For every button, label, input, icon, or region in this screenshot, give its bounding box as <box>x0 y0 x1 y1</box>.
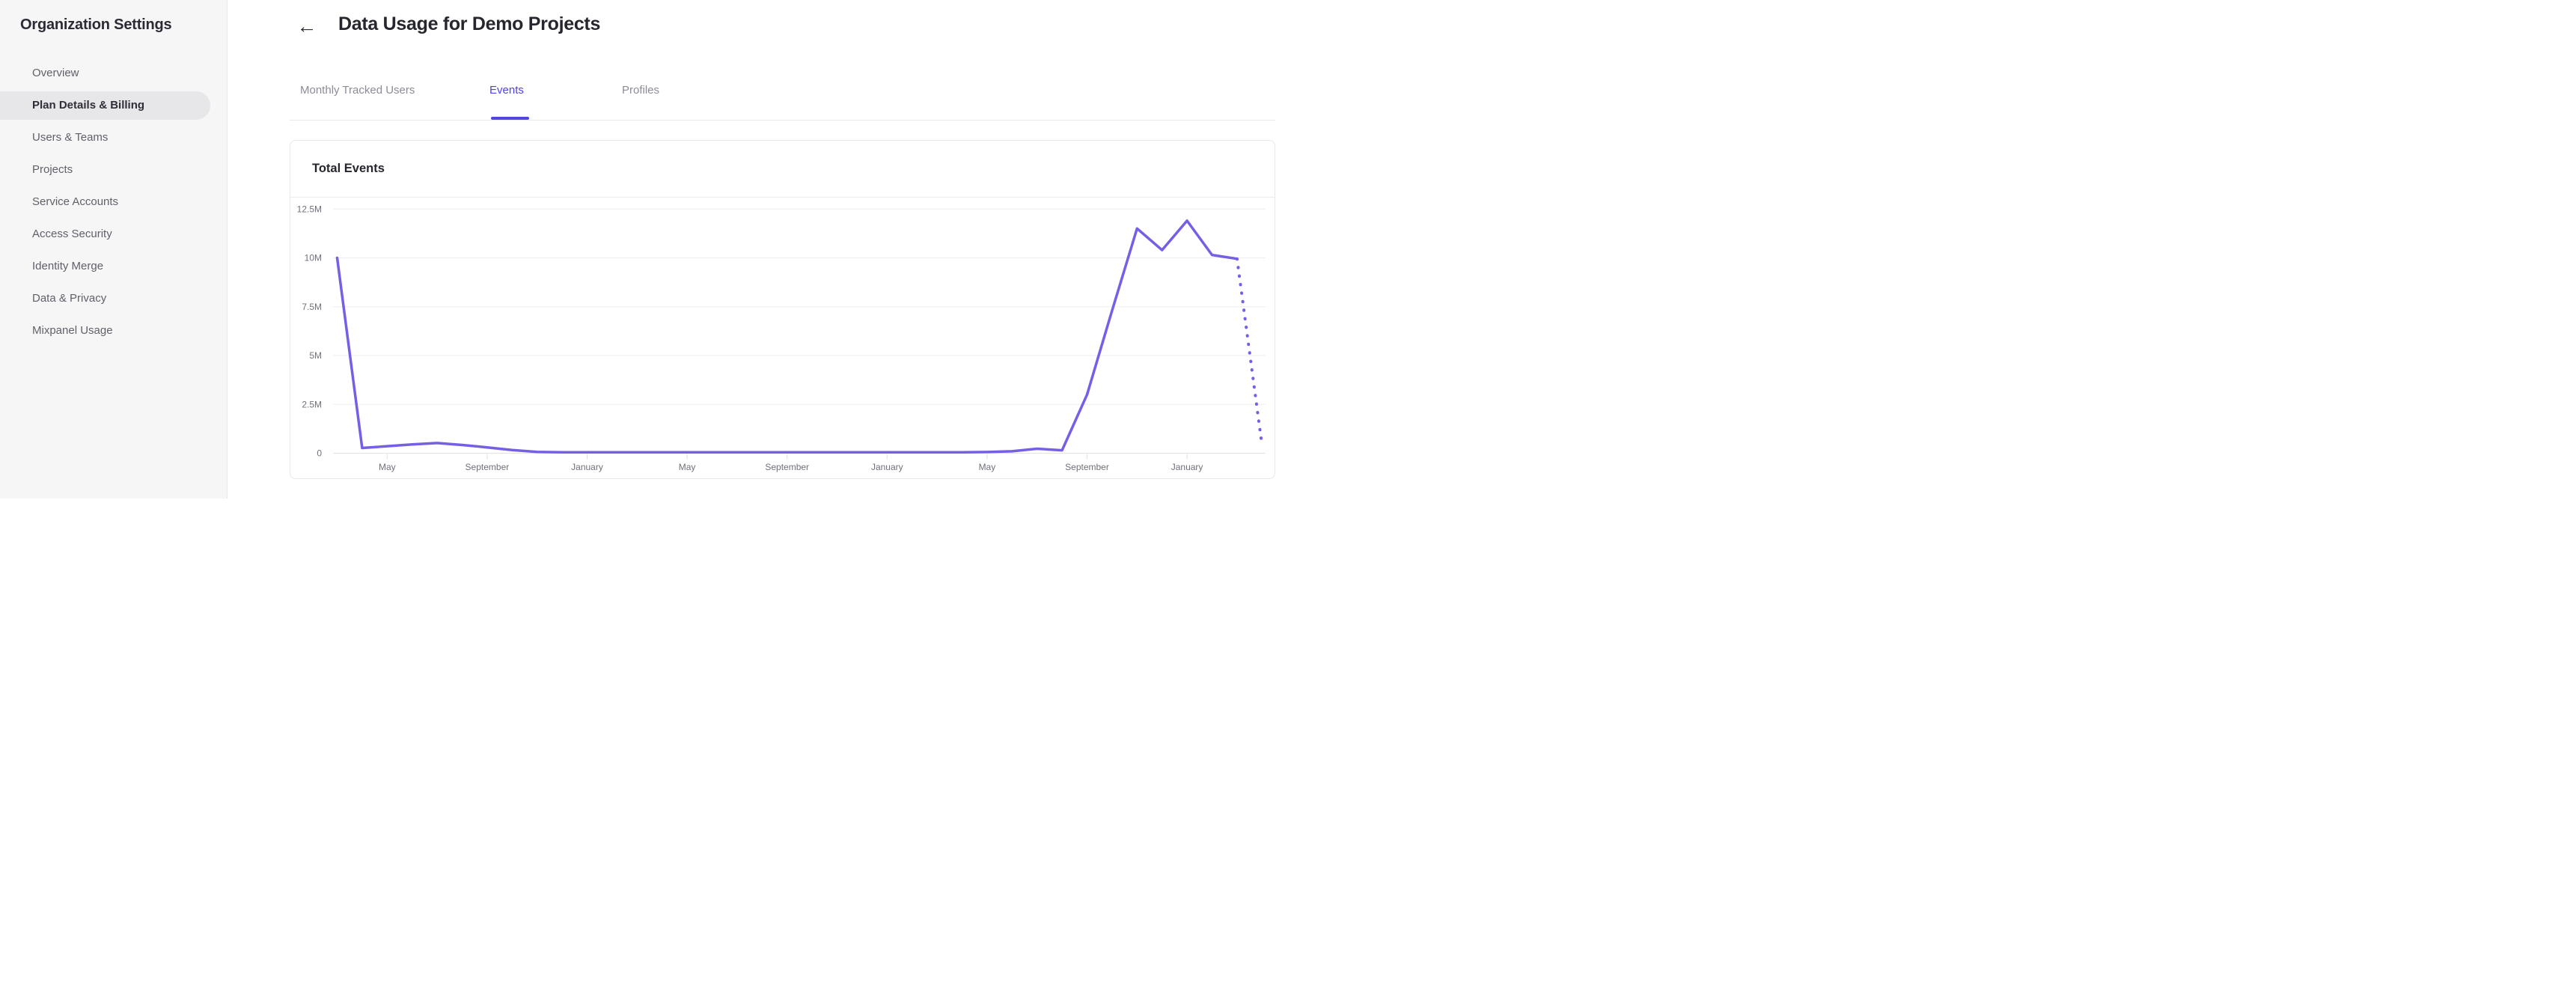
y-axis-label: 12.5M <box>297 204 322 214</box>
back-button[interactable]: ← <box>293 13 320 40</box>
events-line-projected <box>1235 257 1264 448</box>
y-axis-label: 0 <box>317 448 322 459</box>
page-title: Data Usage for Demo Projects <box>338 13 601 34</box>
total-events-card: Total Events 0 2.5M 5M 7.5M 10M 12.5M May Septe… <box>290 140 1275 479</box>
sidebar-item-overview[interactable]: Overview <box>0 57 227 89</box>
x-axis-label: September <box>466 462 510 472</box>
sidebar-item-plan-details-billing[interactable]: Plan Details & Billing <box>0 91 210 120</box>
tab-profiles[interactable]: Profiles <box>622 84 659 97</box>
x-axis-label: May <box>379 462 396 472</box>
sidebar-item-data-privacy[interactable]: Data & Privacy <box>0 282 227 314</box>
sidebar-item-service-accounts[interactable]: Service Accounts <box>0 186 227 218</box>
tab-events[interactable]: Events <box>489 84 524 97</box>
y-axis-label: 10M <box>305 253 322 263</box>
sidebar-item-mixpanel-usage[interactable]: Mixpanel Usage <box>0 314 227 347</box>
tab-monthly-tracked-users[interactable]: Monthly Tracked Users <box>300 84 415 97</box>
x-axis-label: January <box>871 462 903 472</box>
x-axis-label: May <box>679 462 696 472</box>
sidebar-item-projects[interactable]: Projects <box>0 153 227 186</box>
total-events-line-chart: 0 2.5M 5M 7.5M 10M 12.5M May September January Ma… <box>297 204 1266 472</box>
y-axis-label: 7.5M <box>302 302 322 312</box>
back-arrow-icon: ← <box>296 15 317 37</box>
tabs-divider <box>290 120 1275 121</box>
x-axis-label: September <box>1065 462 1109 472</box>
sidebar: Organization Settings Overview Plan Deta… <box>0 0 228 498</box>
sidebar-title: Organization Settings <box>20 16 172 33</box>
x-axis-label: January <box>571 462 603 472</box>
events-line <box>335 219 1239 454</box>
sidebar-item-identity-merge[interactable]: Identity Merge <box>0 250 227 282</box>
sidebar-item-users-teams[interactable]: Users & Teams <box>0 121 227 153</box>
sidebar-item-access-security[interactable]: Access Security <box>0 218 227 250</box>
y-axis-label: 5M <box>309 350 322 361</box>
x-axis-label: January <box>1171 462 1203 472</box>
sidebar-nav: Overview Plan Details & Billing Users & … <box>0 57 227 347</box>
chart-title: Total Events <box>312 162 385 175</box>
x-axis-label: May <box>979 462 996 472</box>
x-axis-label: September <box>765 462 809 472</box>
y-axis-label: 2.5M <box>302 399 322 409</box>
